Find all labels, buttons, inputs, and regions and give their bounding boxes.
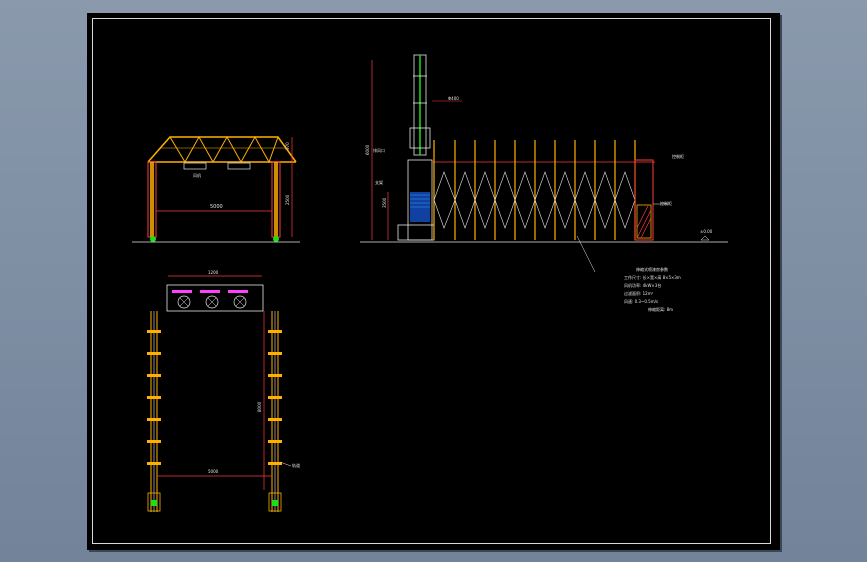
cad-viewport: 风机 5000 370 2500 6000 3500 Φ400 排风口 支架 控… — [0, 0, 867, 562]
plan-rail-label: 轨道 — [292, 462, 300, 468]
side-note-3: 控制柜 — [672, 153, 684, 159]
plan-view: 1200 5000 8000 轨道 — [147, 270, 300, 512]
dim-side-height: 6000 — [365, 144, 370, 155]
ground-level: ±0.00 — [700, 229, 713, 234]
side-elevation: 6000 3500 Φ400 排风口 支架 控制柜 控制柜 ±0.00 — [360, 54, 728, 273]
dim-plan-top: 1200 — [208, 270, 219, 275]
dim-front-top: 370 — [285, 142, 290, 150]
side-note-1: 排风口 — [373, 147, 385, 153]
note-5: 风速: 0.3~0.5m/s — [624, 298, 658, 304]
front-fan-label: 风机 — [193, 172, 201, 178]
dim-front-width: 5000 — [210, 204, 223, 210]
note-2: 工作尺寸: 长×宽×高 8×5×3m — [624, 274, 681, 280]
front-elevation: 风机 5000 370 2500 — [132, 135, 300, 243]
note-3: 风机功率: 4kW×3台 — [624, 282, 661, 288]
note-6: 伸缩距离: 8m — [648, 306, 673, 312]
note-4: 过滤面积: 12m² — [624, 290, 654, 296]
dim-plan-length: 8000 — [257, 401, 262, 412]
dim-plan-width: 5000 — [208, 469, 219, 474]
dim-side-lower: 3500 — [382, 197, 387, 208]
dim-front-height: 2500 — [285, 194, 290, 205]
cad-drawing: 风机 5000 370 2500 6000 3500 Φ400 排风口 支架 控… — [132, 54, 728, 512]
side-note-cabinet: 控制柜 — [660, 200, 672, 206]
side-note-2: 支架 — [375, 179, 383, 185]
notes-block: 伸缩式喷漆房参数 工作尺寸: 长×宽×高 8×5×3m 风机功率: 4kW×3台… — [624, 266, 681, 312]
note-1: 伸缩式喷漆房参数 — [636, 266, 668, 272]
dim-chimney: Φ400 — [448, 96, 459, 101]
